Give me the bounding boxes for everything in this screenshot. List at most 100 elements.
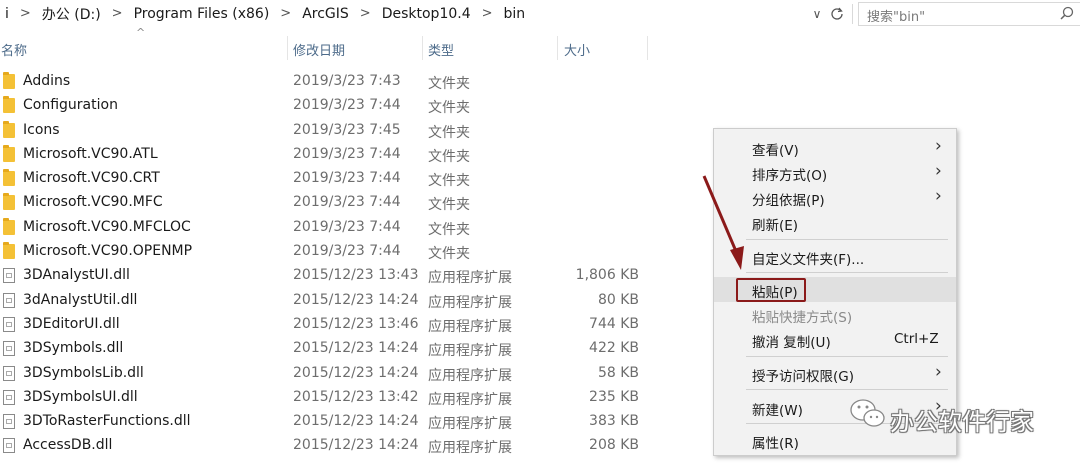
file-name: 3DSymbolsUI.dll — [23, 388, 138, 405]
file-date: 2019/3/23 7:45 — [293, 121, 401, 138]
file-name: 3dAnalystUtil.dll — [23, 291, 138, 308]
menu-item-undo-copy[interactable]: 撤消 复制(U) Ctrl+Z — [714, 327, 956, 352]
file-date: 2015/12/23 13:46 — [293, 315, 419, 332]
file-row[interactable]: Microsoft.VC90.MFC 2019/3/23 7:44 文件夹 — [0, 191, 700, 215]
file-size: 58 KB — [597, 364, 639, 381]
file-type: 应用程序扩展 — [428, 343, 512, 360]
file-name: Configuration — [23, 97, 118, 114]
breadcrumb-item[interactable]: i — [0, 6, 14, 22]
column-header-modified[interactable]: 修改日期 — [288, 28, 422, 66]
menu-item-refresh[interactable]: 刷新(E) — [714, 210, 956, 235]
file-row[interactable]: Addins 2019/3/23 7:43 文件夹 — [0, 70, 700, 94]
breadcrumb-separator-icon[interactable]: > — [106, 6, 129, 21]
file-name: Microsoft.VC90.CRT — [23, 170, 160, 187]
file-date: 2019/3/23 7:44 — [293, 194, 401, 211]
dll-file-icon — [3, 389, 15, 405]
file-date: 2015/12/23 13:42 — [293, 388, 419, 405]
file-name: Microsoft.VC90.OPENMP — [23, 243, 193, 260]
file-row[interactable]: AccessDB.dll 2015/12/23 14:24 应用程序扩展 208 KB — [0, 434, 700, 458]
file-type: 应用程序扩展 — [428, 270, 512, 287]
column-divider[interactable] — [647, 36, 648, 60]
column-header-size[interactable]: 大小 — [558, 28, 648, 66]
file-type: 文件夹 — [428, 221, 470, 238]
file-size: 422 KB — [589, 340, 639, 357]
breadcrumb-item[interactable]: 办公 (D:) — [37, 4, 106, 24]
breadcrumb: i > 办公 (D:) > Program Files (x86) > ArcG… — [0, 0, 530, 27]
refresh-icon[interactable] — [828, 4, 846, 24]
file-row[interactable]: Icons 2019/3/23 7:45 文件夹 — [0, 119, 700, 143]
file-row[interactable]: 3dAnalystUtil.dll 2015/12/23 14:24 应用程序扩展 8… — [0, 289, 700, 313]
breadcrumb-item[interactable]: ArcGIS — [297, 6, 354, 22]
chevron-right-icon: › — [935, 161, 942, 181]
file-row[interactable]: 3DToRasterFunctions.dll 2015/12/23 14:24 应… — [0, 410, 700, 434]
breadcrumb-item[interactable]: Desktop10.4 — [377, 6, 476, 22]
file-row[interactable]: Microsoft.VC90.MFCLOC 2019/3/23 7:44 文件夹 — [0, 216, 700, 240]
file-date: 2015/12/23 14:24 — [293, 413, 419, 430]
dll-file-icon — [3, 414, 15, 430]
breadcrumb-item[interactable]: Program Files (x86) — [129, 6, 275, 22]
file-row[interactable]: Configuration 2019/3/23 7:44 文件夹 — [0, 94, 700, 118]
file-date: 2019/3/23 7:44 — [293, 145, 401, 162]
breadcrumb-separator-icon[interactable]: > — [274, 6, 297, 21]
file-row[interactable]: Microsoft.VC90.OPENMP 2019/3/23 7:44 文件夹 — [0, 240, 700, 264]
file-name: 3DAnalystUI.dll — [23, 267, 130, 284]
file-date: 2015/12/23 14:24 — [293, 437, 419, 454]
file-row[interactable]: 3DSymbols.dll 2015/12/23 14:24 应用程序扩展 422 K… — [0, 337, 700, 361]
search-icon[interactable] — [1060, 6, 1074, 24]
menu-separator — [746, 239, 948, 240]
file-size: 744 KB — [589, 315, 639, 332]
menu-item-customize-folder[interactable]: 自定义文件夹(F)... — [714, 244, 956, 269]
dll-file-icon — [3, 268, 15, 284]
menu-item-paste-shortcut: 粘贴快捷方式(S) — [752, 310, 853, 326]
column-header-type[interactable]: 类型 — [423, 28, 557, 66]
file-date: 2019/3/23 7:44 — [293, 97, 401, 114]
chevron-right-icon: › — [935, 362, 942, 382]
dll-file-icon — [3, 365, 15, 381]
breadcrumb-separator-icon[interactable]: > — [354, 6, 377, 21]
breadcrumb-separator-icon[interactable]: > — [476, 6, 499, 21]
menu-item-sort[interactable]: 排序方式(O) › — [714, 160, 956, 185]
menu-separator — [746, 356, 948, 357]
file-name: AccessDB.dll — [23, 437, 113, 454]
file-date: 2015/12/23 13:43 — [293, 267, 419, 284]
folder-icon — [3, 72, 15, 89]
file-date: 2015/12/23 14:24 — [293, 340, 419, 357]
breadcrumb-item[interactable]: bin — [499, 6, 531, 22]
file-size: 80 KB — [597, 291, 639, 308]
shortcut-label: Ctrl+Z — [894, 331, 939, 347]
file-type: 应用程序扩展 — [428, 367, 512, 384]
file-name: 3DSymbolsLib.dll — [23, 364, 144, 381]
menu-item-view[interactable]: 查看(V) › — [714, 135, 956, 160]
column-header-name[interactable]: 名称 — [0, 28, 287, 66]
dll-file-icon — [3, 292, 15, 308]
file-row[interactable]: 3DSymbolsLib.dll 2015/12/23 14:24 应用程序扩展 58… — [0, 362, 700, 386]
file-row[interactable]: Microsoft.VC90.ATL 2019/3/23 7:44 文件夹 — [0, 143, 700, 167]
folder-icon — [3, 144, 15, 162]
breadcrumb-separator-icon[interactable]: > — [14, 6, 37, 21]
file-type: 文件夹 — [428, 148, 470, 165]
menu-item-grant-access[interactable]: 授予访问权限(G) › — [714, 361, 956, 386]
address-dropdown-icon[interactable]: ∨ — [808, 4, 826, 24]
file-date: 2019/3/23 7:44 — [293, 243, 401, 260]
file-name: Microsoft.VC90.MFCLOC — [23, 218, 191, 235]
file-size: 208 KB — [589, 437, 639, 454]
file-row[interactable]: 3DEditorUI.dll 2015/12/23 13:46 应用程序扩展 744 … — [0, 313, 700, 337]
file-date: 2015/12/23 14:24 — [293, 291, 419, 308]
menu-separator — [746, 389, 948, 390]
dll-file-icon — [3, 438, 15, 454]
file-size: 1,806 KB — [575, 267, 639, 284]
dll-file-icon — [3, 316, 15, 332]
file-row[interactable]: 3DSymbolsUI.dll 2015/12/23 13:42 应用程序扩展 235… — [0, 386, 700, 410]
file-date: 2019/3/23 7:44 — [293, 218, 401, 235]
file-row[interactable]: 3DAnalystUI.dll 2015/12/23 13:43 应用程序扩展 1,8… — [0, 264, 700, 288]
folder-icon — [3, 169, 15, 187]
search-input[interactable]: 搜索"bin" — [858, 2, 1080, 26]
file-size: 383 KB — [589, 413, 639, 430]
address-divider — [852, 4, 853, 24]
menu-item-group[interactable]: 分组依据(P) › — [714, 185, 956, 210]
file-date: 2019/3/23 7:44 — [293, 170, 401, 187]
file-list: Addins 2019/3/23 7:43 文件夹 Configuration 2019… — [0, 70, 700, 459]
address-bar[interactable]: i > 办公 (D:) > Program Files (x86) > ArcG… — [0, 0, 1080, 27]
file-type: 文件夹 — [428, 173, 470, 190]
file-row[interactable]: Microsoft.VC90.CRT 2019/3/23 7:44 文件夹 — [0, 167, 700, 191]
